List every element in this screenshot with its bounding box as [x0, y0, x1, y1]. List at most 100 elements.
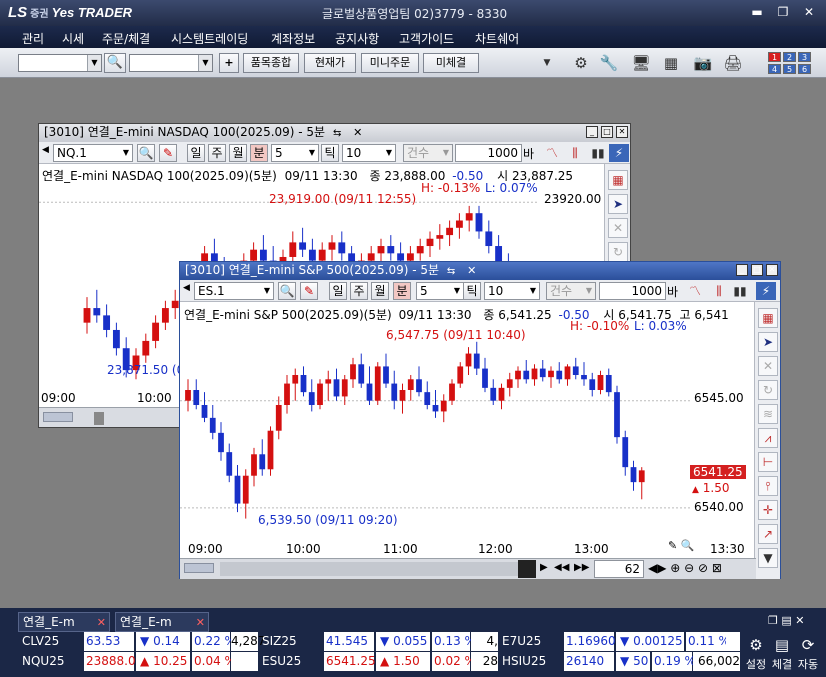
- window-list-icons[interactable]: ❐ ▤ ✕: [768, 614, 804, 627]
- search-button[interactable]: 🔍: [278, 282, 296, 300]
- scroll-down-icon[interactable]: ▼: [758, 548, 778, 568]
- candle[interactable]: [259, 439, 266, 476]
- candle[interactable]: [366, 366, 373, 405]
- candle[interactable]: [424, 381, 431, 410]
- candle[interactable]: [193, 379, 200, 410]
- sp500-interval-combo[interactable]: 5 ▼: [416, 282, 464, 300]
- candle[interactable]: [564, 364, 571, 386]
- pointer-tool-icon[interactable]: ➤: [758, 332, 778, 352]
- pan-tool-icon[interactable]: ⚡: [609, 144, 629, 162]
- candle[interactable]: [589, 372, 596, 397]
- candle[interactable]: [218, 422, 224, 461]
- menu-account[interactable]: 계좌정보: [271, 30, 315, 47]
- nav-prev-icon[interactable]: ▶: [540, 562, 548, 573]
- execution-button[interactable]: ▤ 체결: [770, 636, 794, 674]
- draw-tool-icon[interactable]: ✕: [758, 356, 778, 376]
- candle[interactable]: [284, 375, 290, 414]
- candle[interactable]: [292, 368, 299, 401]
- candle[interactable]: [638, 467, 645, 500]
- menu-notices[interactable]: 공지사항: [335, 30, 379, 47]
- zoom-icon[interactable]: 🔍: [681, 539, 695, 552]
- candle[interactable]: [548, 366, 554, 388]
- bar-chart-icon[interactable]: ▮▮: [588, 144, 608, 162]
- candle[interactable]: [328, 235, 336, 261]
- candle[interactable]: [350, 357, 356, 388]
- sp500-tick-combo[interactable]: 10 ▼: [484, 282, 540, 300]
- candle[interactable]: [539, 360, 546, 382]
- nasdaq-count-combo[interactable]: 건수 ▼: [403, 144, 453, 162]
- caret-left-icon[interactable]: ◀: [42, 145, 49, 155]
- candle[interactable]: [473, 341, 480, 375]
- sp500-window-header[interactable]: [3010] 연결_E-mini S&P 500(2025.09) - 5분 ⇆…: [180, 262, 780, 280]
- screen-5-button[interactable]: 5: [783, 64, 796, 74]
- candle[interactable]: [416, 366, 422, 397]
- candle[interactable]: [387, 235, 395, 261]
- candle[interactable]: [605, 368, 612, 397]
- nav-tools-icon[interactable]: ◀▶ ⊕ ⊖ ⊘ ⊠: [648, 561, 722, 575]
- candle[interactable]: [308, 379, 315, 412]
- candle[interactable]: [275, 396, 282, 440]
- candle[interactable]: [630, 460, 637, 491]
- candle[interactable]: [581, 362, 587, 386]
- settings-button[interactable]: ⚙ 설정: [744, 636, 768, 674]
- candle[interactable]: [436, 224, 444, 250]
- candle[interactable]: [407, 375, 414, 401]
- candle[interactable]: [209, 405, 216, 440]
- candle[interactable]: [440, 394, 447, 423]
- item-summary-button[interactable]: 품목종합: [243, 53, 299, 73]
- candle[interactable]: [465, 347, 472, 375]
- candle[interactable]: [333, 368, 340, 401]
- scroll-thumb[interactable]: [518, 560, 536, 578]
- window-minimize-button[interactable]: _: [586, 126, 598, 138]
- ticker-e7u25[interactable]: E7U25 1.16960 ▼ 0.00125 0.11 %: [498, 632, 740, 652]
- ticker-esu25[interactable]: ESU25 6541.25 ▲ 1.50 0.02 % 28: [258, 652, 498, 672]
- pencil-icon[interactable]: ✎: [668, 539, 677, 552]
- candle[interactable]: [622, 430, 629, 476]
- item-combo[interactable]: ▼: [129, 54, 213, 72]
- candle[interactable]: [300, 366, 307, 397]
- sp500-nav-count[interactable]: 62: [594, 560, 644, 578]
- sp500-count-input[interactable]: 1000: [599, 282, 666, 300]
- candle[interactable]: [556, 362, 563, 384]
- window-maximize-button[interactable]: □: [751, 264, 763, 276]
- period-month-button[interactable]: 월: [371, 282, 389, 300]
- candle[interactable]: [416, 238, 424, 261]
- draw-tool-icon[interactable]: ✕: [608, 218, 628, 238]
- menu-chart-share[interactable]: 차트쉐어: [475, 30, 519, 47]
- menu-quotes[interactable]: 시세: [62, 30, 84, 47]
- current-price-button[interactable]: 현재가: [304, 53, 356, 73]
- scroll-handle[interactable]: [43, 412, 73, 422]
- candle[interactable]: [317, 379, 323, 410]
- monitor-icon[interactable]: 🖥: [630, 53, 652, 73]
- close-icon[interactable]: ✕: [467, 264, 476, 277]
- window-minimize-button[interactable]: _: [736, 264, 748, 276]
- pointer-tool-icon[interactable]: ➤: [608, 194, 628, 214]
- candle[interactable]: [475, 205, 483, 239]
- camera-icon[interactable]: 📷: [692, 53, 714, 73]
- grid-tool-icon[interactable]: ▦: [608, 170, 628, 190]
- draw-tool-icon[interactable]: ≋: [758, 404, 778, 424]
- ticker-siz25[interactable]: SIZ25 41.545 ▼ 0.055 0.13 % 4,: [258, 632, 498, 652]
- candle[interactable]: [152, 315, 160, 349]
- candle[interactable]: [93, 289, 101, 323]
- menu-orders[interactable]: 주문/체결: [102, 30, 150, 47]
- sp500-navigator[interactable]: ▶ ◀◀ ▶▶ 62 ◀▶ ⊕ ⊖ ⊘ ⊠: [180, 558, 756, 579]
- draw-tool-icon[interactable]: ↻: [758, 380, 778, 400]
- period-week-button[interactable]: 주: [350, 282, 368, 300]
- candle[interactable]: [185, 379, 191, 412]
- candle[interactable]: [234, 465, 241, 513]
- link-icon[interactable]: ⇆: [333, 128, 341, 139]
- close-icon[interactable]: ✕: [196, 613, 205, 632]
- menu-manage[interactable]: 관리: [22, 30, 44, 47]
- period-day-button[interactable]: 일: [187, 144, 205, 162]
- sp500-zoom-tools[interactable]: ✎ 🔍: [668, 539, 694, 552]
- bar-chart-icon[interactable]: ▮▮: [730, 282, 750, 300]
- nasdaq-interval-combo[interactable]: 5 ▼: [271, 144, 319, 162]
- candle[interactable]: [523, 360, 530, 384]
- candle[interactable]: [171, 289, 179, 320]
- candle[interactable]: [112, 322, 120, 356]
- line-chart-icon[interactable]: 〽: [542, 144, 562, 162]
- candle[interactable]: [482, 357, 488, 393]
- sp500-symbol-combo[interactable]: ES.1 ▼: [194, 282, 274, 300]
- ticker-hsiu25[interactable]: HSIU25 26140 ▼ 50 0.19 % 66,002: [498, 652, 740, 672]
